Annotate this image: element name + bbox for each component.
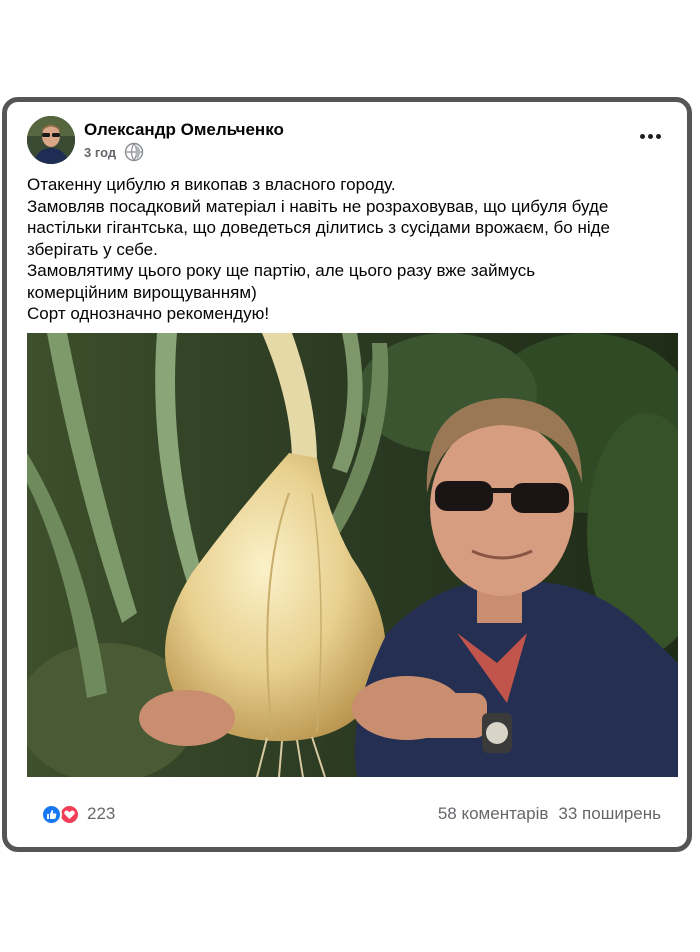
post-photo[interactable] bbox=[27, 333, 678, 777]
comments-count[interactable]: 58 коментарів bbox=[438, 804, 549, 824]
post-text-line: зберігать у себе. bbox=[27, 239, 158, 259]
post-text-line: комерційним вирощуванням) bbox=[27, 282, 257, 302]
post-meta: 3 год bbox=[84, 141, 144, 163]
post-options-button[interactable] bbox=[635, 126, 665, 146]
post-text-line: Сорт однозначно рекомендую! bbox=[27, 304, 270, 323]
post-card: Олександр Омельченко 3 год Отакенну цибу… bbox=[2, 97, 692, 852]
like-icon bbox=[41, 803, 62, 825]
reaction-summary[interactable]: 223 bbox=[41, 802, 115, 826]
author-name[interactable]: Олександр Омельченко bbox=[84, 120, 284, 140]
globe-icon bbox=[124, 142, 144, 162]
reaction-count: 223 bbox=[87, 804, 116, 823]
post-text-line: Замовлятиму цього року ще партію, але ць… bbox=[27, 261, 536, 280]
engagement-stats: 58 коментарів 33 поширень bbox=[438, 804, 661, 824]
post-text-line: Замовляв посадковий матеріал і навіть не… bbox=[27, 196, 609, 216]
more-horizontal-icon bbox=[647, 133, 653, 139]
post-text-line: настільки гігантська, що доведеться діли… bbox=[27, 218, 610, 237]
post-body: Отакенну цибулю я викопав з власного гор… bbox=[27, 174, 677, 325]
shares-count[interactable]: 33 поширень bbox=[558, 804, 661, 824]
author-avatar[interactable] bbox=[27, 116, 75, 164]
post-timestamp[interactable]: 3 год bbox=[84, 145, 116, 160]
post-text-line: Отакенну цибулю я викопав з власного гор… bbox=[27, 175, 396, 194]
more-horizontal-icon bbox=[655, 133, 661, 139]
more-horizontal-icon bbox=[639, 133, 645, 139]
love-icon bbox=[59, 803, 80, 825]
